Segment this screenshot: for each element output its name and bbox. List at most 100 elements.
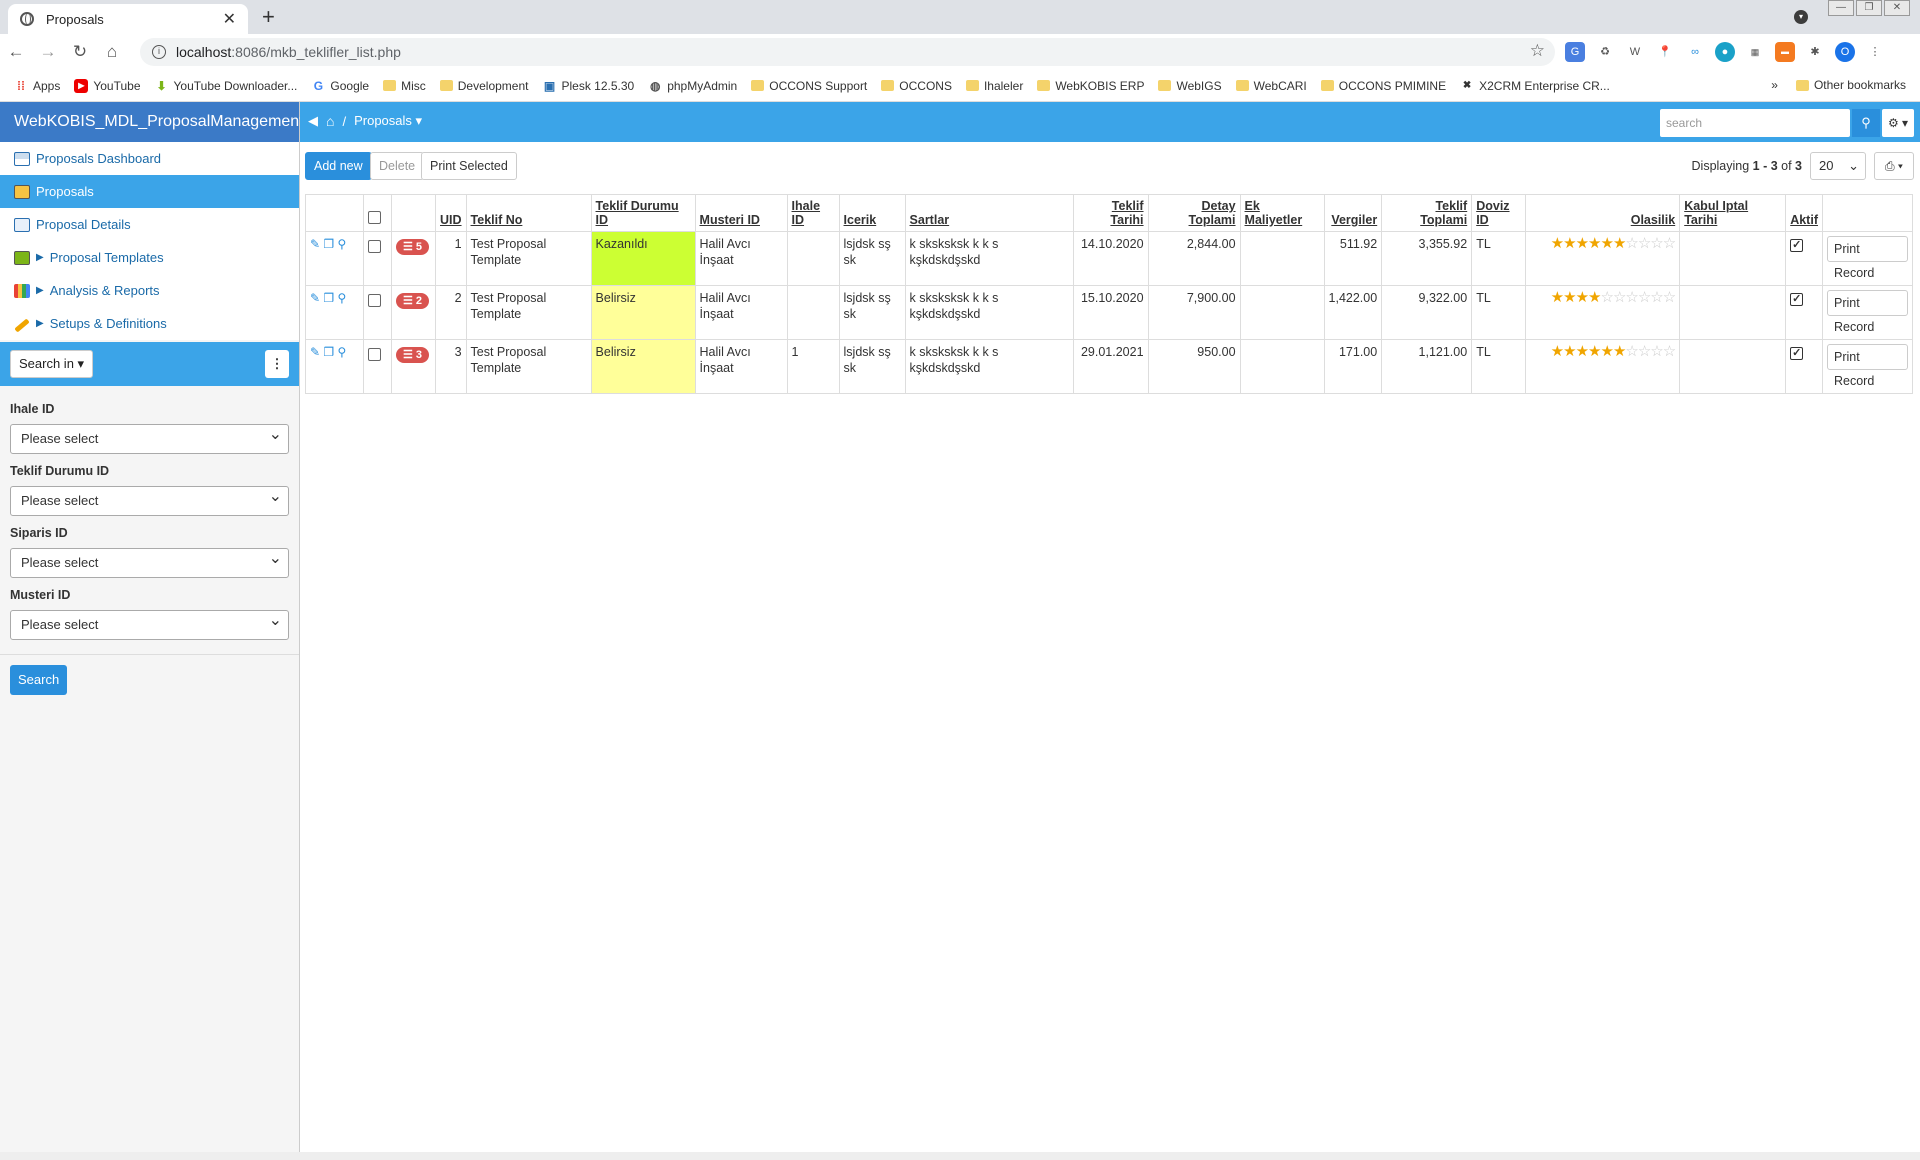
header-teklif-tarihi[interactable]: Teklif Tarihi: [1072, 194, 1149, 232]
header-olasilik[interactable]: Olasilik: [1525, 194, 1681, 232]
browser-tab[interactable]: Proposals ✕: [8, 4, 248, 34]
copy-icon[interactable]: ❐: [323, 291, 334, 305]
filter-select-teklif-durumu[interactable]: Please select: [10, 483, 289, 516]
search-icon[interactable]: ⚲: [1852, 109, 1880, 137]
info-icon[interactable]: i: [152, 45, 166, 59]
header-icerik[interactable]: Icerik: [838, 194, 906, 232]
bookmark-occons-support[interactable]: OCCONS Support: [751, 79, 867, 93]
details-count-badge[interactable]: ☰ 2: [396, 293, 430, 309]
close-window-icon[interactable]: ✕: [1884, 0, 1910, 16]
row-checkbox[interactable]: [368, 348, 381, 361]
star-filled-icon[interactable]: ★: [1551, 343, 1564, 360]
bookmark-phpmyadmin[interactable]: ◍ phpMyAdmin: [648, 79, 737, 93]
home-icon[interactable]: ⌂: [96, 42, 128, 62]
select-all-checkbox[interactable]: [368, 211, 381, 224]
translate-icon[interactable]: G: [1565, 42, 1585, 62]
star-filled-icon[interactable]: ★: [1563, 235, 1576, 252]
star-filled-icon[interactable]: ★: [1576, 235, 1589, 252]
bookmark-star-icon[interactable]: ☆: [1530, 41, 1545, 61]
print-record-button[interactable]: Print Record: [1826, 344, 1908, 388]
star-filled-icon[interactable]: ★: [1600, 343, 1613, 360]
sidebar-item-proposal-templates[interactable]: ▶ Proposal Templates: [0, 241, 299, 274]
star-filled-icon[interactable]: ★: [1613, 235, 1626, 252]
star-filled-icon[interactable]: ★: [1563, 343, 1576, 360]
star-filled-icon[interactable]: ★: [1588, 343, 1601, 360]
header-aktif[interactable]: Aktif: [1785, 194, 1823, 232]
view-icon[interactable]: ⚲: [338, 237, 347, 251]
bookmark-webcari[interactable]: WebCARI: [1235, 79, 1307, 93]
tab-search-icon[interactable]: ▾: [1794, 10, 1808, 24]
wikipedia-icon[interactable]: W: [1625, 42, 1645, 62]
star-empty-icon[interactable]: ☆: [1613, 289, 1626, 306]
filter-select-siparis[interactable]: Please select: [10, 545, 289, 578]
print-record-button[interactable]: Print Record: [1826, 236, 1908, 280]
close-tab-icon[interactable]: ✕: [223, 9, 236, 29]
bookmark-misc[interactable]: Misc: [383, 79, 426, 93]
sidebar-item-proposals-dashboard[interactable]: Proposals Dashboard: [0, 142, 299, 175]
pin-icon[interactable]: 📍: [1655, 42, 1675, 62]
view-icon[interactable]: ⚲: [338, 345, 347, 359]
bookmark-plesk[interactable]: ▣ Plesk 12.5.30: [542, 79, 634, 93]
star-empty-icon[interactable]: ☆: [1650, 289, 1663, 306]
star-empty-icon[interactable]: ☆: [1638, 343, 1651, 360]
ad-icon[interactable]: ▬: [1775, 42, 1795, 62]
aktif-checkbox[interactable]: ✓: [1790, 293, 1804, 306]
row-checkbox[interactable]: [368, 240, 381, 253]
filter-search-button[interactable]: Search: [10, 665, 68, 695]
more-bookmarks-icon[interactable]: »: [1771, 78, 1778, 92]
view-icon[interactable]: ⚲: [338, 291, 347, 305]
star-filled-icon[interactable]: ★: [1613, 343, 1626, 360]
details-count-badge[interactable]: ☰ 3: [396, 347, 430, 363]
header-sartlar[interactable]: Sartlar: [904, 194, 1074, 232]
restore-icon[interactable]: ❐: [1856, 0, 1882, 16]
bookmark-apps[interactable]: ⁞⁞ Apps: [14, 79, 60, 93]
header-detay-toplami[interactable]: Detay Toplami: [1147, 194, 1241, 232]
html-icon[interactable]: ▦: [1745, 42, 1765, 62]
recycle-icon[interactable]: ♻: [1595, 42, 1615, 62]
print-options-icon[interactable]: ⎙ ▾: [1874, 152, 1914, 180]
edit-icon[interactable]: ✎: [310, 345, 320, 359]
bookmark-yt-downloader[interactable]: ⬇ YouTube Downloader...: [155, 79, 297, 93]
forward-icon[interactable]: →: [32, 42, 64, 62]
sidebar-item-setups-definitions[interactable]: ▶ Setups & Definitions: [0, 307, 299, 340]
page-size-select[interactable]: 20 ⌄: [1810, 152, 1866, 180]
print-selected-button[interactable]: Print Selected: [421, 152, 517, 180]
earth-icon[interactable]: ●: [1715, 42, 1735, 62]
bookmark-x2crm[interactable]: ✖ X2CRM Enterprise CR...: [1460, 79, 1610, 93]
add-new-button[interactable]: Add new: [305, 152, 372, 180]
star-filled-icon[interactable]: ★: [1563, 289, 1576, 306]
star-empty-icon[interactable]: ☆: [1650, 235, 1663, 252]
gear-icon[interactable]: ⚙ ▾: [1882, 109, 1914, 137]
edit-icon[interactable]: ✎: [310, 237, 320, 251]
star-empty-icon[interactable]: ☆: [1638, 289, 1651, 306]
star-empty-icon[interactable]: ☆: [1625, 235, 1638, 252]
infinity-icon[interactable]: ∞: [1685, 42, 1705, 62]
browser-menu-icon[interactable]: ⋮: [1865, 42, 1885, 62]
puzzle-icon[interactable]: ✱: [1805, 42, 1825, 62]
star-filled-icon[interactable]: ★: [1551, 235, 1564, 252]
aktif-checkbox[interactable]: ✓: [1790, 347, 1804, 360]
filter-select-ihale[interactable]: Please select: [10, 421, 289, 454]
header-teklif-durumu[interactable]: Teklif Durumu ID: [590, 194, 696, 232]
row-checkbox[interactable]: [368, 294, 381, 307]
copy-icon[interactable]: ❐: [323, 345, 334, 359]
bookmark-webigs[interactable]: WebIGS: [1158, 79, 1222, 93]
bookmark-development[interactable]: Development: [439, 79, 528, 93]
header-musteri[interactable]: Musteri ID: [694, 194, 788, 232]
reload-icon[interactable]: ↻: [64, 42, 96, 62]
star-filled-icon[interactable]: ★: [1576, 289, 1589, 306]
collapse-sidebar-icon[interactable]: ◀: [308, 113, 318, 129]
star-empty-icon[interactable]: ☆: [1625, 343, 1638, 360]
star-empty-icon[interactable]: ☆: [1663, 343, 1676, 360]
bookmark-occons-pmimine[interactable]: OCCONS PMIMINE: [1320, 79, 1446, 93]
details-count-badge[interactable]: ☰ 5: [396, 239, 430, 255]
header-ihale[interactable]: Ihale ID: [786, 194, 840, 232]
filter-select-musteri[interactable]: Please select: [10, 607, 289, 640]
bookmark-youtube[interactable]: ▶ YouTube: [74, 78, 141, 93]
header-teklif-toplami[interactable]: Teklif Toplami: [1381, 194, 1473, 232]
sidebar-item-analysis-reports[interactable]: ▶ Analysis & Reports: [0, 274, 299, 307]
print-record-button[interactable]: Print Record: [1826, 290, 1908, 334]
breadcrumb-proposals[interactable]: Proposals ▾: [354, 113, 422, 129]
bookmark-occons[interactable]: OCCONS: [881, 79, 952, 93]
aktif-checkbox[interactable]: ✓: [1790, 239, 1804, 252]
